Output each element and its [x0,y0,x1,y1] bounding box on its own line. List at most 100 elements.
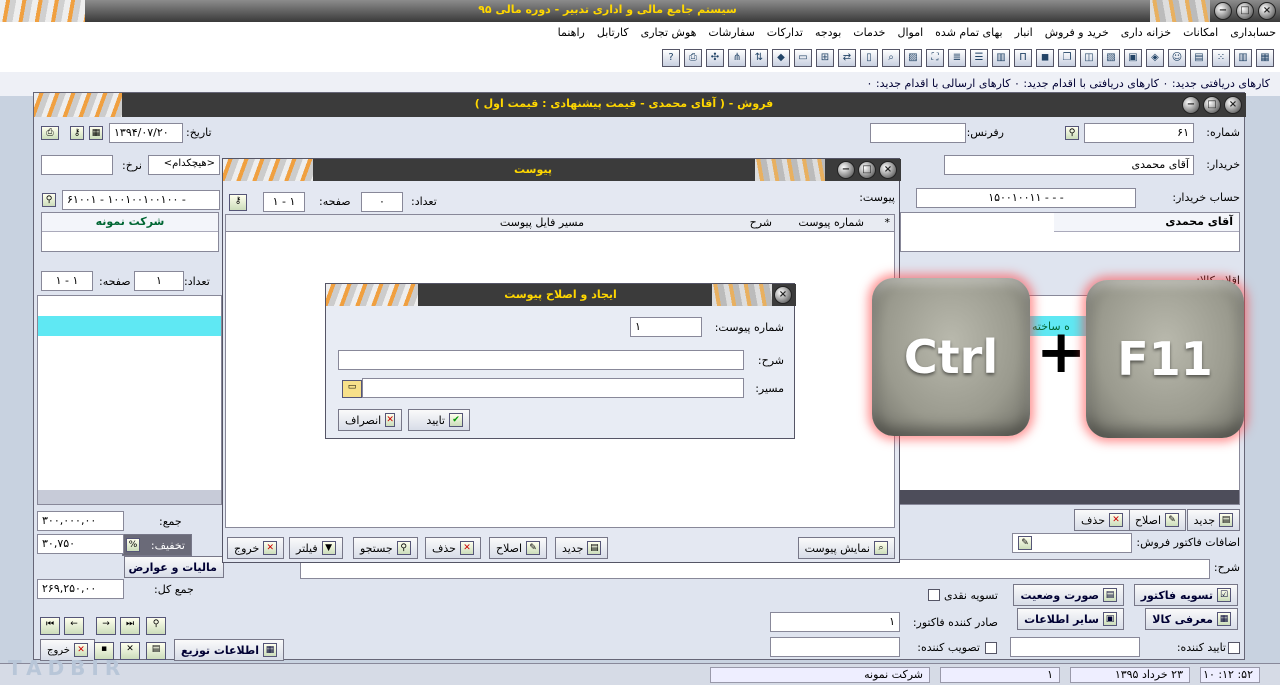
horizontal-scrollbar-right[interactable] [896,490,1239,504]
column-file-path[interactable]: مسیر فایل پیوست [500,216,584,229]
other-info-button[interactable]: ▣ سایر اطلاعات [1017,608,1124,630]
show-attachment-button[interactable]: ⌕ نمایش پیوست [797,537,895,559]
sort-icon[interactable]: ⇅ [750,49,768,67]
confirmer-field[interactable] [1010,637,1140,657]
page-field[interactable]: ۱ - ۱ [41,271,93,291]
report-print-icon[interactable]: ▤ [146,642,166,660]
menu-item-services[interactable]: خدمات [853,26,885,39]
puzzle-icon[interactable]: ✣ [706,49,724,67]
dialog-close-icon[interactable]: × [774,286,792,304]
calendar-icon[interactable]: ▦ [89,126,103,140]
menu-item-cartable[interactable]: کارتابل [597,26,629,39]
menu-item-accounting[interactable]: حسابداری [1230,26,1276,39]
date-field[interactable]: ۱۳۹۴/۰۷/۲۰ [109,123,183,143]
close-icon[interactable]: × [1258,2,1276,20]
maximize-icon[interactable]: □ [1236,2,1254,20]
introduce-item-button[interactable]: ▦ معرفی کالا [1145,608,1238,630]
prev-record-icon[interactable]: ← [64,617,84,635]
folder-icon[interactable]: ▭ [342,380,362,398]
resize-icon[interactable]: ⛶ [926,49,944,67]
item-edit-button[interactable]: ✎ اصلاح [1127,509,1186,531]
printer-icon[interactable]: ⎙ [684,49,702,67]
tree-icon[interactable]: ⋔ [728,49,746,67]
search-icon[interactable]: ⌕ [882,49,900,67]
item-delete-button[interactable]: ✕ حذف [1074,509,1130,531]
dialog-cancel-button[interactable]: ✕ انصراف [338,409,402,431]
binoculars-icon[interactable]: ⚲ [1065,126,1079,140]
transfer-icon[interactable]: ⇄ [838,49,856,67]
next-record-icon[interactable]: → [96,617,116,635]
attachment-filter-button[interactable]: ▼ فیلتر [289,537,343,559]
menu-item-purchase-sales[interactable]: خرید و فروش [1045,26,1109,39]
attachment-edit-button[interactable]: ✎ اصلاح [489,537,548,559]
person-icon[interactable]: ☺ [1168,49,1186,67]
status-report-button[interactable]: ▤ صورت وضعیت [1013,584,1124,606]
discount-field[interactable]: ۳۰,۷۵۰ [37,534,124,554]
minimize-icon[interactable]: − [1214,2,1232,20]
menu-item-procurement[interactable]: تدارکات [767,26,803,39]
attachment-minimize-icon[interactable]: − [837,161,855,179]
menu-item-assets[interactable]: اموال [897,26,923,39]
distribution-info-button[interactable]: ▦ اطلاعات توزیع [174,639,285,661]
issuer-field[interactable]: ۱ [770,612,900,632]
column-description[interactable]: شرح [750,216,772,229]
last-record-icon[interactable]: ⏭ [120,617,140,635]
window-icon[interactable]: ◫ [1080,49,1098,67]
sales-minimize-icon[interactable]: − [1182,96,1200,114]
grid-icon[interactable]: ▦ [1256,49,1274,67]
tax-button[interactable]: مالیات و عوارض [124,556,224,578]
network-icon[interactable]: ⊞ [816,49,834,67]
count-field[interactable]: ۱ [134,271,184,291]
currency-select[interactable]: <هیچکدام> [148,155,220,175]
cube-icon[interactable]: ◼ [1036,49,1054,67]
cash-settle-checkbox[interactable] [928,589,940,601]
horizontal-scrollbar-left[interactable] [38,490,221,504]
dialog-ok-button[interactable]: ✔ تایید [408,409,470,431]
box-icon[interactable]: ◈ [1146,49,1164,67]
number-field[interactable]: ۶۱ [1084,123,1194,143]
list-icon[interactable]: ≣ [948,49,966,67]
monitor-icon[interactable]: ▭ [794,49,812,67]
key-icon[interactable]: ⚷ [70,126,84,140]
print-icon[interactable]: ⎙ [41,126,59,140]
columns-icon[interactable]: ▥ [992,49,1010,67]
confirmer-checkbox[interactable] [1228,642,1240,654]
menu-item-budget[interactable]: بودجه [815,26,841,39]
menu-item-bi[interactable]: هوش تجاری [641,26,697,39]
rate-field[interactable] [41,155,113,175]
dialog-path-field[interactable] [362,378,744,398]
additions-edit-icon[interactable]: ✎ [1018,536,1032,550]
arrow-icon[interactable]: ◆ [772,49,790,67]
column-attachment-number[interactable]: شماره پیوست [798,216,864,229]
menu-item-orders[interactable]: سفارشات [708,26,754,39]
menu-item-help[interactable]: راهنما [558,26,585,39]
find-record-icon[interactable]: ⚲ [146,617,166,635]
percent-icon[interactable]: % [126,538,140,552]
invoice-icon[interactable]: ▧ [1102,49,1120,67]
attachment-new-button[interactable]: ▤ جدید [555,537,609,559]
attachment-delete-button[interactable]: ✕ حذف [425,537,481,559]
approver-field[interactable] [770,637,900,657]
dialog-description-field[interactable] [338,350,744,370]
first-record-icon[interactable]: ⏮ [40,617,60,635]
attachment-key-icon[interactable]: ⚷ [229,194,247,211]
seller-account-field[interactable]: ۶۱۰۰۱ - ۱۰۰۱۰۰۱۰۰۱۰۰ - [62,190,220,210]
rows-icon[interactable]: ☰ [970,49,988,67]
dialog-number-field[interactable]: ۱ [630,317,702,337]
menu-item-features[interactable]: امکانات [1183,26,1218,39]
sales-close-icon[interactable]: × [1224,96,1242,114]
chart-icon[interactable]: ▤ [1190,49,1208,67]
building-icon[interactable]: ▥ [1234,49,1252,67]
approver-checkbox[interactable] [985,642,997,654]
attachment-maximize-icon[interactable]: □ [858,161,876,179]
stack-icon[interactable]: ▣ [1124,49,1142,67]
menu-item-cost[interactable]: بهای تمام شده [935,26,1002,39]
doc-icon[interactable]: ▯ [860,49,878,67]
buyer-field[interactable]: آقای محمدی [944,155,1194,175]
menu-item-warehouse[interactable]: انبار [1015,26,1033,39]
selected-row-left[interactable] [38,316,221,336]
item-new-button[interactable]: ▤ جدید [1186,509,1240,531]
settle-invoice-button[interactable]: ☑ تسویه فاکتور [1133,584,1238,606]
menu-item-treasury[interactable]: خزانه داری [1121,26,1171,39]
attachment-exit-button[interactable]: ✕ خروج [227,537,285,559]
